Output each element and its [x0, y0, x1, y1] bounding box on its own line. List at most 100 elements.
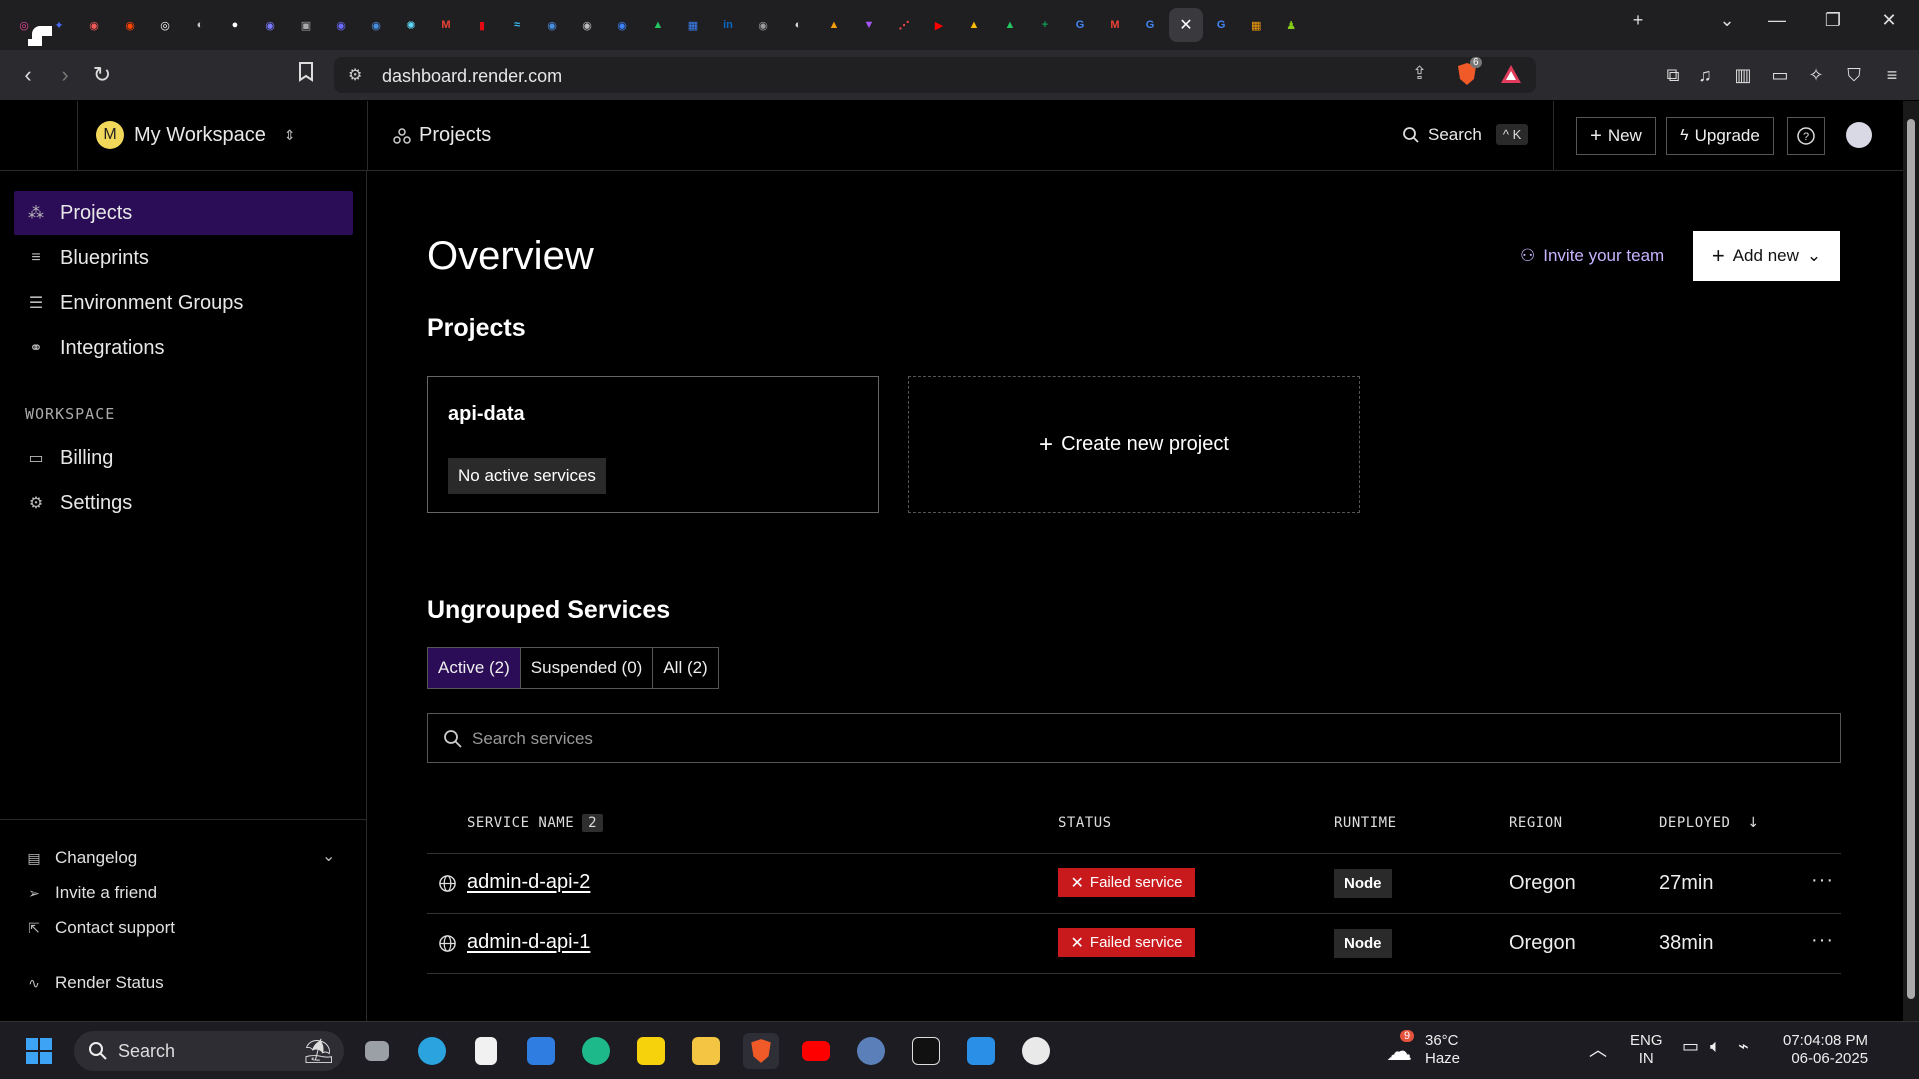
taskbar-app-vscode[interactable]	[963, 1033, 999, 1069]
weather-widget[interactable]: 36°C Haze	[1425, 1032, 1460, 1068]
new-tab-button[interactable]: +	[1623, 10, 1653, 31]
workspace-switcher[interactable]: M My Workspace ⇕	[96, 121, 296, 149]
browser-tab[interactable]: ◉	[535, 8, 569, 42]
browser-tab[interactable]: ◉	[605, 8, 639, 42]
sidebar-item-billing[interactable]: ▭ Billing	[14, 436, 353, 480]
tab-active[interactable]: Active (2)	[428, 648, 521, 688]
language-indicator[interactable]: ENG IN	[1630, 1032, 1663, 1068]
column-header-deployed[interactable]: DEPLOYED ↓	[1659, 815, 1760, 831]
browser-tab[interactable]: ▲	[957, 8, 991, 42]
render-logo-icon[interactable]	[26, 20, 54, 48]
browser-tab[interactable]: ◐	[183, 8, 217, 42]
tab-list-chevron-icon[interactable]: ⌄	[1712, 10, 1742, 31]
project-card[interactable]: api-data No active services	[427, 376, 879, 513]
service-link-admin-d-api-1[interactable]: admin-d-api-1	[467, 931, 590, 954]
browser-tab[interactable]: ▣	[289, 8, 323, 42]
invite-team-button[interactable]: ⚇ Invite your team	[1520, 246, 1664, 266]
scrollbar-thumb[interactable]	[1907, 119, 1915, 999]
browser-tab[interactable]: ◉	[570, 8, 604, 42]
taskbar-app-store[interactable]	[523, 1033, 559, 1069]
more-options-icon[interactable]: ···	[1811, 869, 1834, 892]
sidebar-toggle-icon[interactable]: ▥	[1728, 62, 1758, 88]
sidebar-item-environment-groups[interactable]: ☰ Environment Groups	[14, 281, 353, 325]
taskbar-app-notepad[interactable]	[468, 1033, 504, 1069]
minimize-button[interactable]: —	[1762, 10, 1792, 31]
browser-tab[interactable]: G	[1133, 8, 1167, 42]
user-avatar[interactable]	[1846, 122, 1872, 148]
browser-tab[interactable]: ≈	[500, 8, 534, 42]
taskbar-app-telegram[interactable]	[414, 1033, 450, 1069]
add-new-button[interactable]: + Add new ⌄	[1693, 231, 1840, 281]
browser-tab[interactable]: M	[1098, 8, 1132, 42]
browser-tab[interactable]: ◉	[253, 8, 287, 42]
browser-tab[interactable]: ▦	[676, 8, 710, 42]
browser-tab[interactable]: ◎	[148, 8, 182, 42]
browser-tab[interactable]: ⋰	[887, 8, 921, 42]
close-window-button[interactable]: ✕	[1874, 10, 1904, 31]
taskbar-app-terminal[interactable]	[908, 1033, 944, 1069]
browser-tab[interactable]: ◉	[113, 8, 147, 42]
browser-tab[interactable]: ▼	[852, 8, 886, 42]
battery-icon[interactable]: ⌁	[1738, 1036, 1749, 1057]
media-icon[interactable]: ♫	[1690, 62, 1720, 88]
tab-all[interactable]: All (2)	[653, 648, 717, 688]
service-link-admin-d-api-2[interactable]: admin-d-api-2	[467, 871, 590, 894]
browser-tab[interactable]: ●	[218, 8, 252, 42]
reload-button[interactable]: ↻	[87, 62, 117, 88]
wallet-icon[interactable]: ▭	[1765, 62, 1795, 88]
leo-ai-icon[interactable]: ✧	[1801, 62, 1831, 88]
taskbar-search[interactable]: Search ⛱	[74, 1031, 344, 1071]
share-icon[interactable]: ⇪	[1412, 63, 1427, 84]
browser-tab[interactable]: G	[1204, 8, 1238, 42]
sidebar-item-integrations[interactable]: ⚭ Integrations	[14, 326, 353, 370]
browser-tab[interactable]: ♟	[1274, 8, 1308, 42]
browser-tab[interactable]: ▮	[465, 8, 499, 42]
vpn-shield-icon[interactable]: ⛉	[1839, 62, 1869, 88]
new-button[interactable]: + New	[1576, 117, 1656, 155]
browser-tab[interactable]: in	[711, 8, 745, 42]
taskbar-app-youtube[interactable]	[798, 1033, 834, 1069]
taskbar-app-settings[interactable]	[853, 1033, 889, 1069]
column-header-service-name[interactable]: SERVICE NAME 2	[467, 814, 604, 832]
taskbar-app-spotify[interactable]	[578, 1033, 614, 1069]
vertical-scrollbar[interactable]	[1903, 101, 1919, 1021]
browser-tab[interactable]: G	[1063, 8, 1097, 42]
sidebar-item-contact-support[interactable]: ⇱ Contact support	[25, 918, 175, 938]
back-button[interactable]: ‹	[13, 62, 43, 88]
browser-tab[interactable]: ✺	[394, 8, 428, 42]
help-button[interactable]: ?	[1787, 117, 1825, 155]
browser-tab[interactable]: ▲	[993, 8, 1027, 42]
browser-tab[interactable]: ◉	[324, 8, 358, 42]
site-settings-icon[interactable]: ⚙	[348, 65, 362, 85]
header-search[interactable]: Search ^ K	[1402, 124, 1529, 145]
taskbar-app-mongodb[interactable]	[1018, 1033, 1054, 1069]
sidebar-item-blueprints[interactable]: ≡ Blueprints	[14, 236, 353, 280]
sidebar-item-invite-friend[interactable]: ➢ Invite a friend	[25, 883, 157, 903]
tab-suspended[interactable]: Suspended (0)	[521, 648, 654, 688]
browser-tab[interactable]: ▲	[641, 8, 675, 42]
browser-tab[interactable]: M	[429, 8, 463, 42]
chevron-down-icon[interactable]: ⌄	[322, 846, 335, 866]
display-icon[interactable]: ▭	[1682, 1036, 1699, 1057]
breadcrumb[interactable]: Projects	[393, 124, 491, 147]
forward-button[interactable]: ›	[50, 62, 80, 88]
active-browser-tab[interactable]: ✕	[1169, 8, 1203, 42]
menu-icon[interactable]: ≡	[1877, 62, 1907, 88]
clock[interactable]: 07:04:08 PM 06-06-2025	[1783, 1032, 1868, 1068]
taskbar-app-file-explorer[interactable]	[688, 1033, 724, 1069]
start-button[interactable]	[21, 1033, 57, 1069]
render-status-link[interactable]: ∿ Render Status	[25, 973, 164, 993]
browser-tab[interactable]: ◉	[359, 8, 393, 42]
taskbar-app-brave[interactable]	[743, 1033, 779, 1069]
sidebar-item-settings[interactable]: ⚙ Settings	[14, 481, 353, 525]
sidebar-item-projects[interactable]: ⁂ Projects	[14, 191, 353, 235]
address-bar[interactable]: ⚙ dashboard.render.com ⇪ 6	[334, 57, 1536, 93]
search-services-input[interactable]	[472, 726, 1772, 752]
brave-rewards-icon[interactable]	[1500, 64, 1522, 89]
browser-tab[interactable]: +	[1028, 8, 1062, 42]
create-project-card[interactable]: + Create new project	[908, 376, 1360, 513]
taskbar-app-sticky-notes[interactable]	[633, 1033, 669, 1069]
restore-button[interactable]: ❐	[1818, 10, 1848, 31]
taskbar-app-task-view[interactable]	[359, 1033, 395, 1069]
browser-tab[interactable]: ◉	[77, 8, 111, 42]
